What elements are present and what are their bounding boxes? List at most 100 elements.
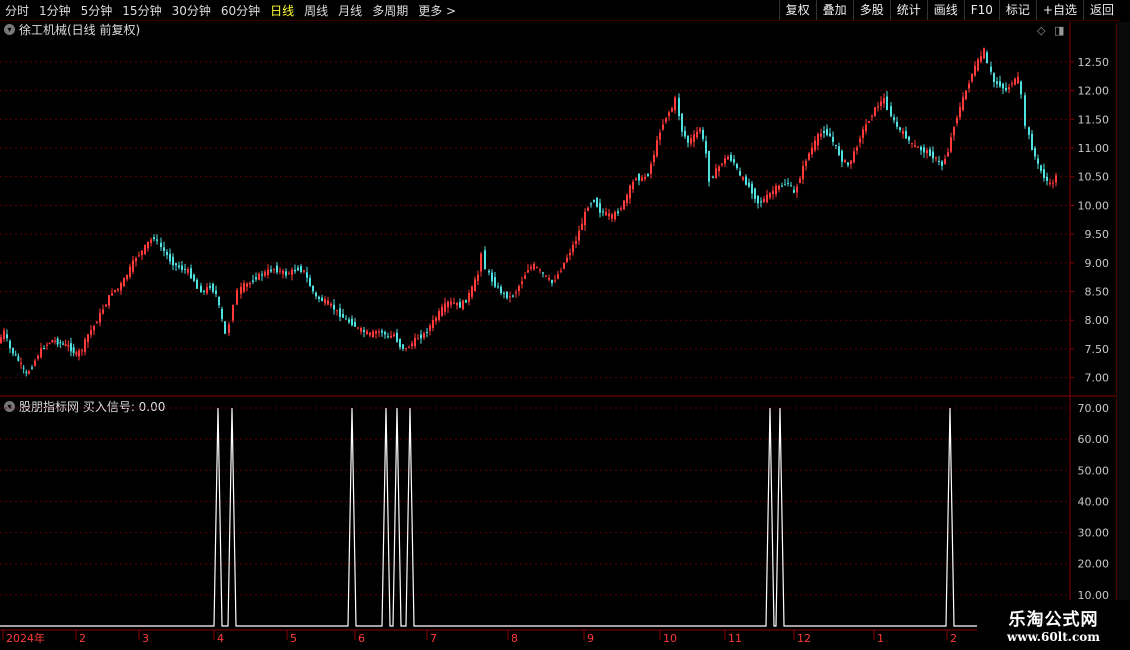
x-tick-label: 8 xyxy=(511,632,518,645)
candle-down xyxy=(300,266,302,272)
y-tick-label: 9.50 xyxy=(1085,228,1110,241)
candle-down xyxy=(156,239,158,241)
candle-down xyxy=(1005,87,1007,91)
candle-up xyxy=(330,303,332,306)
candle-down xyxy=(426,332,428,334)
candle-up xyxy=(135,258,137,262)
candle-up xyxy=(390,335,392,338)
candle-down xyxy=(829,133,831,137)
candle-down xyxy=(923,147,925,153)
candle-down xyxy=(342,314,344,318)
candle-down xyxy=(826,128,828,136)
candle-up xyxy=(859,138,861,143)
watermark: 乐淘公式网 www.60lt.com xyxy=(977,600,1130,648)
candle-up xyxy=(1055,175,1057,183)
candle-up xyxy=(144,244,146,254)
candle-up xyxy=(772,191,774,194)
candle-up xyxy=(360,328,362,332)
candle-up xyxy=(423,333,425,338)
candle-up xyxy=(1049,182,1051,185)
candle-up xyxy=(34,360,36,366)
candle-up xyxy=(557,274,559,279)
candle-down xyxy=(838,146,840,156)
candle-up xyxy=(533,263,535,270)
candle-up xyxy=(724,158,726,164)
candle-down xyxy=(153,237,155,240)
candle-up xyxy=(926,150,928,154)
candle-down xyxy=(638,173,640,181)
candle-up xyxy=(632,181,634,190)
candle-up xyxy=(303,270,305,272)
candle-down xyxy=(751,183,753,194)
candle-up xyxy=(659,132,661,140)
candle-up xyxy=(862,129,864,139)
candle-down xyxy=(193,274,195,281)
x-tick-label: 2 xyxy=(79,632,86,645)
candle-up xyxy=(545,275,547,277)
candle-down xyxy=(270,269,272,272)
candle-down xyxy=(908,136,910,141)
candle-up xyxy=(902,131,904,134)
candle-up xyxy=(799,178,801,183)
candle-up xyxy=(608,213,610,217)
candle-up xyxy=(554,280,556,282)
candle-up xyxy=(629,185,631,199)
y-tick-label: 70.00 xyxy=(1078,402,1110,415)
candle-down xyxy=(459,302,461,308)
candle-up xyxy=(336,309,338,311)
candle-down xyxy=(647,174,649,176)
candle-down xyxy=(6,334,8,339)
candle-up xyxy=(264,271,266,276)
candle-up xyxy=(288,273,290,275)
candle-up xyxy=(914,145,916,147)
candle-up xyxy=(814,140,816,151)
candle-up xyxy=(408,347,410,349)
candle-down xyxy=(1046,176,1048,181)
candle-up xyxy=(477,274,479,282)
candle-down xyxy=(1028,127,1030,135)
candle-up xyxy=(530,266,532,269)
candle-up xyxy=(509,296,511,298)
candle-up xyxy=(228,324,230,334)
right-side-strip xyxy=(1116,22,1130,630)
candle-down xyxy=(200,285,202,293)
candle-down xyxy=(166,251,168,256)
candle-up xyxy=(515,292,517,294)
candle-up xyxy=(282,270,284,274)
candle-up xyxy=(802,166,804,180)
candle-up xyxy=(48,343,51,345)
candle-down xyxy=(276,265,278,273)
candle-down xyxy=(255,277,257,280)
candle-down xyxy=(203,290,205,292)
candle-down xyxy=(17,356,20,361)
y-tick-label: 60.00 xyxy=(1078,433,1110,446)
candle-down xyxy=(1043,169,1045,179)
candle-up xyxy=(626,194,628,204)
candle-up xyxy=(291,269,293,276)
candle-up xyxy=(187,269,189,273)
candle-up xyxy=(635,178,637,181)
candle-up xyxy=(474,279,476,292)
candle-up xyxy=(123,278,125,287)
candle-down xyxy=(184,268,186,270)
candle-up xyxy=(441,306,443,316)
candle-up xyxy=(718,166,720,172)
candle-up xyxy=(911,143,913,145)
chart-canvas[interactable]: 7.00 7.50 8.00 8.50 9.00 9.50 10.00 10.50 11.00 1… xyxy=(0,0,1130,650)
candle-up xyxy=(67,344,70,347)
candle-down xyxy=(784,184,786,186)
candle-up xyxy=(980,56,982,62)
candle-up xyxy=(438,310,440,320)
candle-down xyxy=(500,286,502,294)
candle-up xyxy=(656,140,658,157)
candle-down xyxy=(990,66,992,72)
candle-up xyxy=(548,277,550,280)
y-tick-label: 30.00 xyxy=(1078,527,1110,540)
candle-up xyxy=(944,158,946,165)
candle-down xyxy=(178,265,180,268)
candle-down xyxy=(832,136,834,143)
candle-down xyxy=(497,286,499,288)
candle-down xyxy=(384,331,386,335)
x-tick-label: 12 xyxy=(797,632,811,645)
x-tick-label: 11 xyxy=(728,632,742,645)
